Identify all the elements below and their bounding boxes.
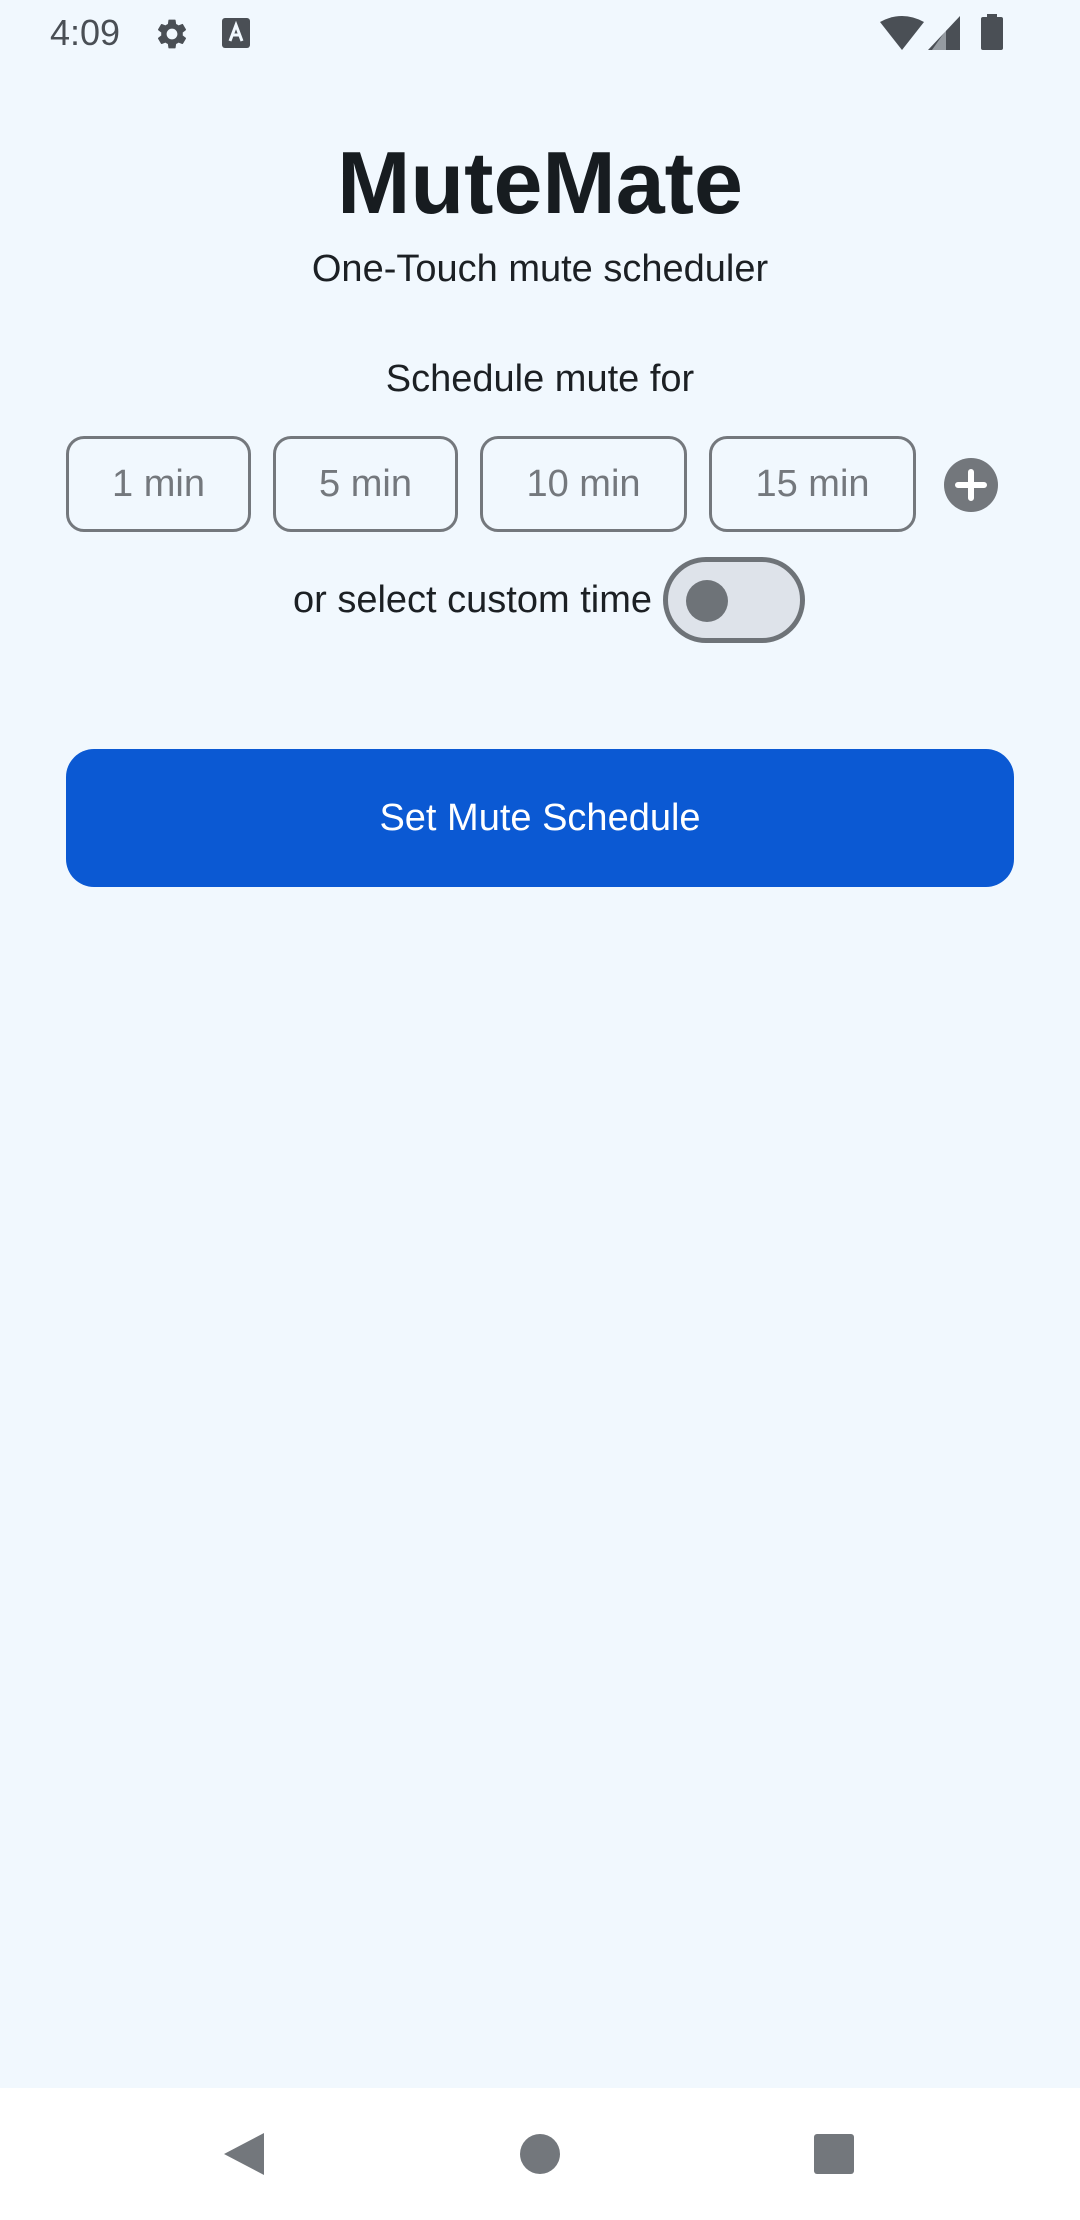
add-duration-button[interactable] xyxy=(944,458,998,512)
home-icon[interactable] xyxy=(519,2133,561,2175)
cell-signal-icon xyxy=(928,16,960,50)
duration-chip-5min[interactable]: 5 min xyxy=(273,436,458,532)
status-time: 4:09 xyxy=(50,12,121,53)
duration-chip-10min[interactable]: 10 min xyxy=(480,436,687,532)
custom-time-label: or select custom time xyxy=(293,579,652,621)
toggle-knob xyxy=(686,580,728,622)
app-subtitle: One-Touch mute scheduler xyxy=(311,248,769,290)
settings-icon xyxy=(157,19,187,49)
navigation-bar xyxy=(0,2088,1080,2220)
duration-chip-1min[interactable]: 1 min xyxy=(66,436,251,532)
plus-circle-icon xyxy=(955,469,987,501)
text-a-icon xyxy=(222,18,250,48)
app-title: MuteMate xyxy=(337,133,743,232)
wifi-icon xyxy=(880,16,924,50)
recents-icon[interactable] xyxy=(814,2134,854,2174)
back-icon[interactable] xyxy=(222,2131,266,2177)
battery-icon xyxy=(981,14,1003,50)
custom-time-toggle[interactable] xyxy=(663,557,805,643)
status-bar: 4:09 xyxy=(0,0,1080,66)
duration-chip-15min[interactable]: 15 min xyxy=(709,436,916,532)
schedule-label: Schedule mute for xyxy=(385,358,695,400)
set-mute-schedule-button[interactable]: Set Mute Schedule xyxy=(66,749,1014,887)
